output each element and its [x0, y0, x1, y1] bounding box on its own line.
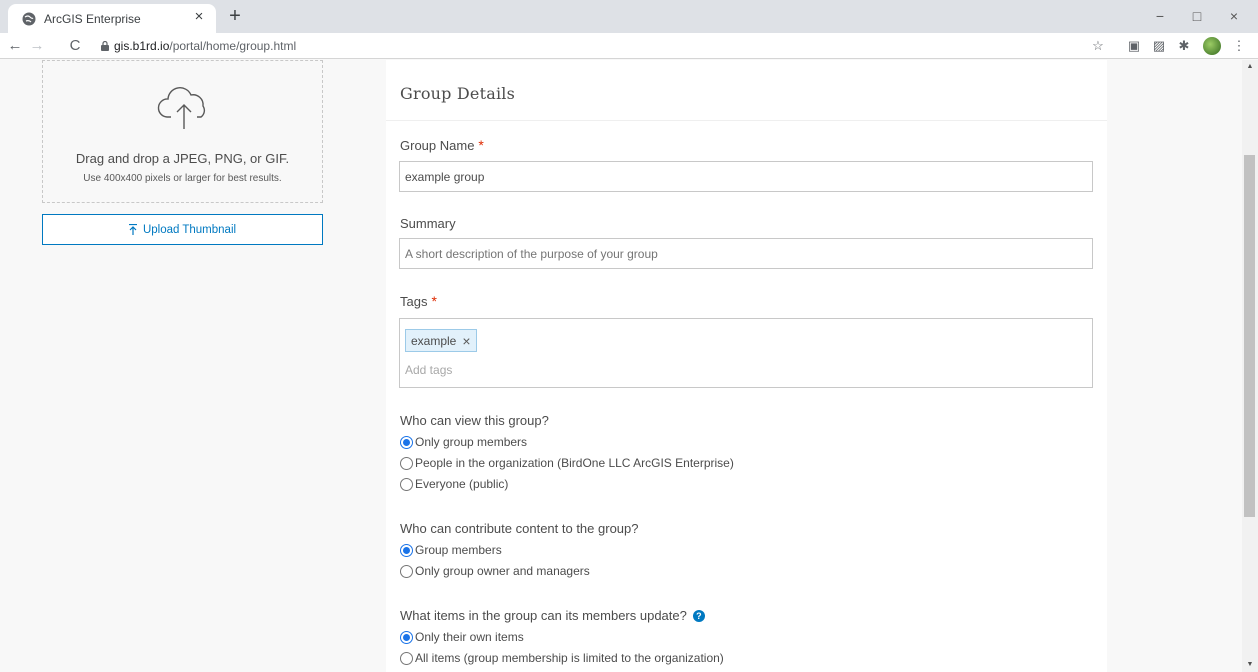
globe-icon	[22, 12, 36, 26]
cloud-upload-icon	[157, 87, 206, 129]
tags-field[interactable]: example × Add tags	[399, 318, 1093, 388]
browser-tab[interactable]: ArcGIS Enterprise ×	[8, 4, 216, 33]
tags-label: Tags *	[400, 293, 437, 309]
url-path: /portal/home/group.html	[169, 39, 297, 53]
reload-button[interactable]: C	[66, 37, 84, 55]
browser-menu-icon[interactable]: ⋮	[1231, 38, 1247, 54]
scroll-down-arrow-icon[interactable]: ▼	[1242, 658, 1258, 672]
tag-chip-label: example	[411, 333, 457, 348]
dropzone-hint: Use 400x400 pixels or larger for best re…	[83, 173, 282, 184]
summary-input[interactable]	[399, 238, 1093, 269]
group-name-label: Group Name *	[400, 137, 484, 153]
extensions-puzzle-icon[interactable]: ✱	[1176, 38, 1192, 54]
dropzone-text: Drag and drop a JPEG, PNG, or GIF.	[75, 151, 290, 166]
radio-button[interactable]	[400, 651, 413, 665]
extension-icon[interactable]: ▣	[1126, 38, 1142, 54]
add-tags-input[interactable]: Add tags	[405, 363, 452, 377]
group-details-panel: Group Details Group Name* Summary Tags* …	[386, 60, 1107, 672]
radio-button[interactable]	[400, 456, 413, 470]
group-name-input[interactable]	[399, 161, 1093, 192]
help-icon[interactable]: ?	[692, 610, 705, 622]
tab-close-icon[interactable]: ×	[190, 8, 208, 26]
scroll-up-arrow-icon[interactable]: ▲	[1242, 60, 1258, 74]
update-items-question: What items in the group can its members …	[400, 608, 705, 623]
view-access-question: Who can view this group?	[400, 413, 549, 428]
new-tab-button[interactable]: +	[225, 6, 245, 26]
required-marker: *	[431, 293, 437, 309]
page-viewport: Drag and drop a JPEG, PNG, or GIF. Use 4…	[0, 60, 1242, 672]
remove-tag-icon[interactable]: ×	[462, 334, 470, 348]
thumbnail-dropzone[interactable]: Drag and drop a JPEG, PNG, or GIF. Use 4…	[42, 60, 323, 203]
radio-button[interactable]	[400, 477, 413, 491]
page-title: Group Details	[400, 84, 516, 103]
tag-chip: example ×	[405, 329, 477, 352]
panel-header: Group Details	[386, 60, 1107, 121]
radio-button[interactable]	[400, 543, 413, 557]
radio-update-all-items[interactable]: All items (group membership is limited t…	[400, 651, 724, 665]
browser-tab-strip: ArcGIS Enterprise × + − □ ×	[0, 0, 1258, 33]
url-field[interactable]: gis.b1rd.io/portal/home/group.html	[114, 39, 296, 53]
scroll-thumb[interactable]	[1244, 155, 1255, 517]
bookmark-star-icon[interactable]: ☆	[1090, 38, 1106, 54]
upload-thumbnail-label: Upload Thumbnail	[142, 223, 237, 236]
forward-button[interactable]: →	[28, 37, 46, 55]
contribute-question: Who can contribute content to the group?	[400, 521, 639, 536]
radio-update-own-items[interactable]: Only their own items	[400, 630, 524, 644]
tab-title: ArcGIS Enterprise	[44, 12, 141, 26]
radio-view-everyone[interactable]: Everyone (public)	[400, 477, 508, 491]
radio-button[interactable]	[400, 435, 413, 449]
window-close-button[interactable]: ×	[1226, 8, 1242, 24]
maximize-button[interactable]: □	[1189, 8, 1205, 24]
profile-avatar[interactable]	[1203, 37, 1221, 55]
summary-label: Summary	[400, 216, 456, 231]
radio-view-organization[interactable]: People in the organization (BirdOne LLC …	[400, 456, 734, 470]
url-host: gis.b1rd.io	[114, 39, 170, 53]
back-button[interactable]: ←	[6, 37, 24, 55]
extension-icon[interactable]: ▨	[1151, 38, 1167, 54]
radio-contribute-group-members[interactable]: Group members	[400, 543, 502, 557]
radio-view-group-members[interactable]: Only group members	[400, 435, 527, 449]
required-marker: *	[478, 137, 484, 153]
page-scrollbar[interactable]: ▲ ▼	[1242, 60, 1258, 672]
upload-thumbnail-button[interactable]: Upload Thumbnail	[42, 214, 323, 245]
radio-button[interactable]	[400, 564, 413, 578]
radio-button[interactable]	[400, 630, 413, 644]
address-bar: ← → C gis.b1rd.io/portal/home/group.html…	[0, 33, 1258, 59]
minimize-button[interactable]: −	[1152, 8, 1168, 24]
upload-icon	[128, 224, 137, 235]
radio-contribute-owner-managers[interactable]: Only group owner and managers	[400, 564, 590, 578]
lock-icon	[101, 41, 109, 51]
